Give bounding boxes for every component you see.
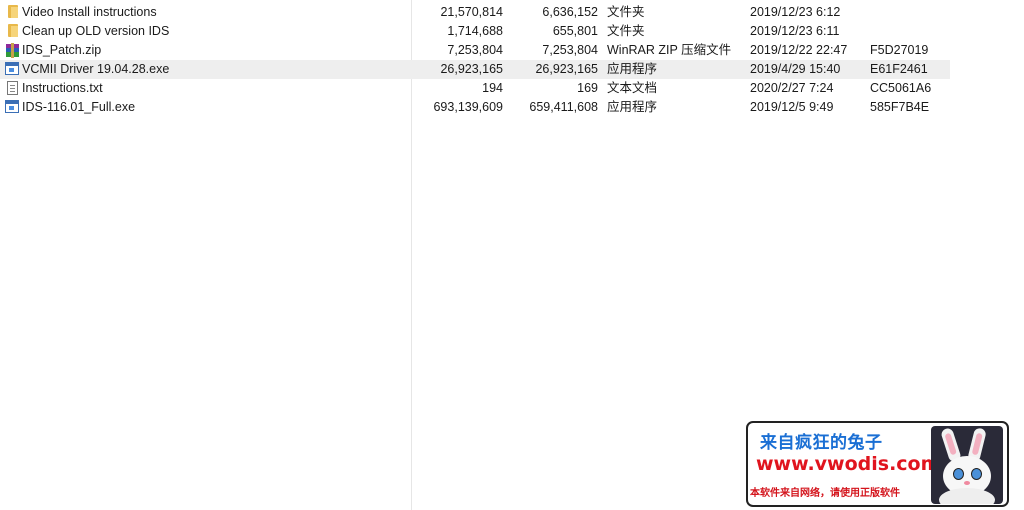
- file-name: Instructions.txt: [22, 81, 103, 95]
- file-packed-size: 26,923,165: [535, 62, 598, 76]
- file-size: 194: [482, 81, 503, 95]
- exe-icon: [5, 62, 19, 75]
- banner-url: www.vwodis.com: [756, 453, 941, 475]
- file-row[interactable]: Video Install instructions 21,570,814 6,…: [0, 3, 950, 22]
- file-type: 应用程序: [607, 62, 658, 76]
- file-name: Clean up OLD version IDS: [22, 24, 170, 38]
- folder-icon: [8, 5, 18, 18]
- text-file-icon: [7, 81, 18, 95]
- file-crc: F5D27019: [870, 43, 929, 57]
- file-type: 文件夹: [607, 24, 645, 38]
- file-crc: E61F2461: [870, 62, 928, 76]
- zip-archive-icon: [5, 43, 20, 58]
- file-name: VCMII Driver 19.04.28.exe: [22, 62, 170, 76]
- file-name: IDS_Patch.zip: [22, 43, 102, 57]
- file-packed-size: 169: [577, 81, 598, 95]
- file-name: IDS-116.01_Full.exe: [22, 100, 136, 114]
- file-packed-size: 7,253,804: [542, 43, 598, 57]
- file-type: 文本文档: [607, 81, 658, 95]
- file-row[interactable]: Clean up OLD version IDS 1,714,688 655,8…: [0, 22, 950, 41]
- file-row[interactable]: IDS_Patch.zip 7,253,804 7,253,804 WinRAR…: [0, 41, 950, 60]
- file-type: 应用程序: [607, 100, 658, 114]
- file-row-selected[interactable]: VCMII Driver 19.04.28.exe 26,923,165 26,…: [0, 60, 950, 79]
- file-modified: 2019/12/23 6:11: [750, 24, 840, 38]
- file-packed-size: 6,636,152: [542, 5, 598, 19]
- file-row[interactable]: Instructions.txt 194 169 文本文档 2020/2/27 …: [0, 79, 950, 98]
- file-size: 1,714,688: [447, 24, 503, 38]
- file-type: 文件夹: [607, 5, 645, 19]
- file-packed-size: 655,801: [552, 24, 598, 38]
- file-modified: 2020/2/27 7:24: [750, 81, 834, 95]
- file-name: Video Install instructions: [22, 5, 157, 19]
- file-list: Video Install instructions 21,570,814 6,…: [0, 3, 950, 117]
- file-type: WinRAR ZIP 压缩文件: [607, 43, 732, 57]
- file-modified: 2019/12/23 6:12: [750, 5, 841, 19]
- file-crc: 585F7B4E: [870, 100, 930, 114]
- file-modified: 2019/12/5 9:49: [750, 100, 834, 114]
- file-size: 21,570,814: [440, 5, 503, 19]
- folder-icon: [8, 24, 18, 37]
- file-size: 26,923,165: [440, 62, 503, 76]
- file-modified: 2019/4/29 15:40: [750, 62, 841, 76]
- file-crc: CC5061A6: [870, 81, 932, 95]
- banner-notice: 本软件来自网络，请使用正版软件: [750, 488, 900, 499]
- watermark-banner: 来自疯狂的兔子 www.vwodis.com 本软件来自网络，请使用正版软件: [746, 421, 1009, 507]
- exe-icon: [5, 100, 19, 113]
- banner-title: 来自疯狂的兔子: [760, 433, 883, 453]
- file-size: 693,139,609: [433, 100, 503, 114]
- file-row[interactable]: IDS-116.01_Full.exe 693,139,609 659,411,…: [0, 98, 950, 117]
- bunny-mascot-icon: [931, 426, 1003, 504]
- file-size: 7,253,804: [447, 43, 503, 57]
- file-modified: 2019/12/22 22:47: [750, 43, 848, 57]
- file-packed-size: 659,411,608: [529, 100, 598, 114]
